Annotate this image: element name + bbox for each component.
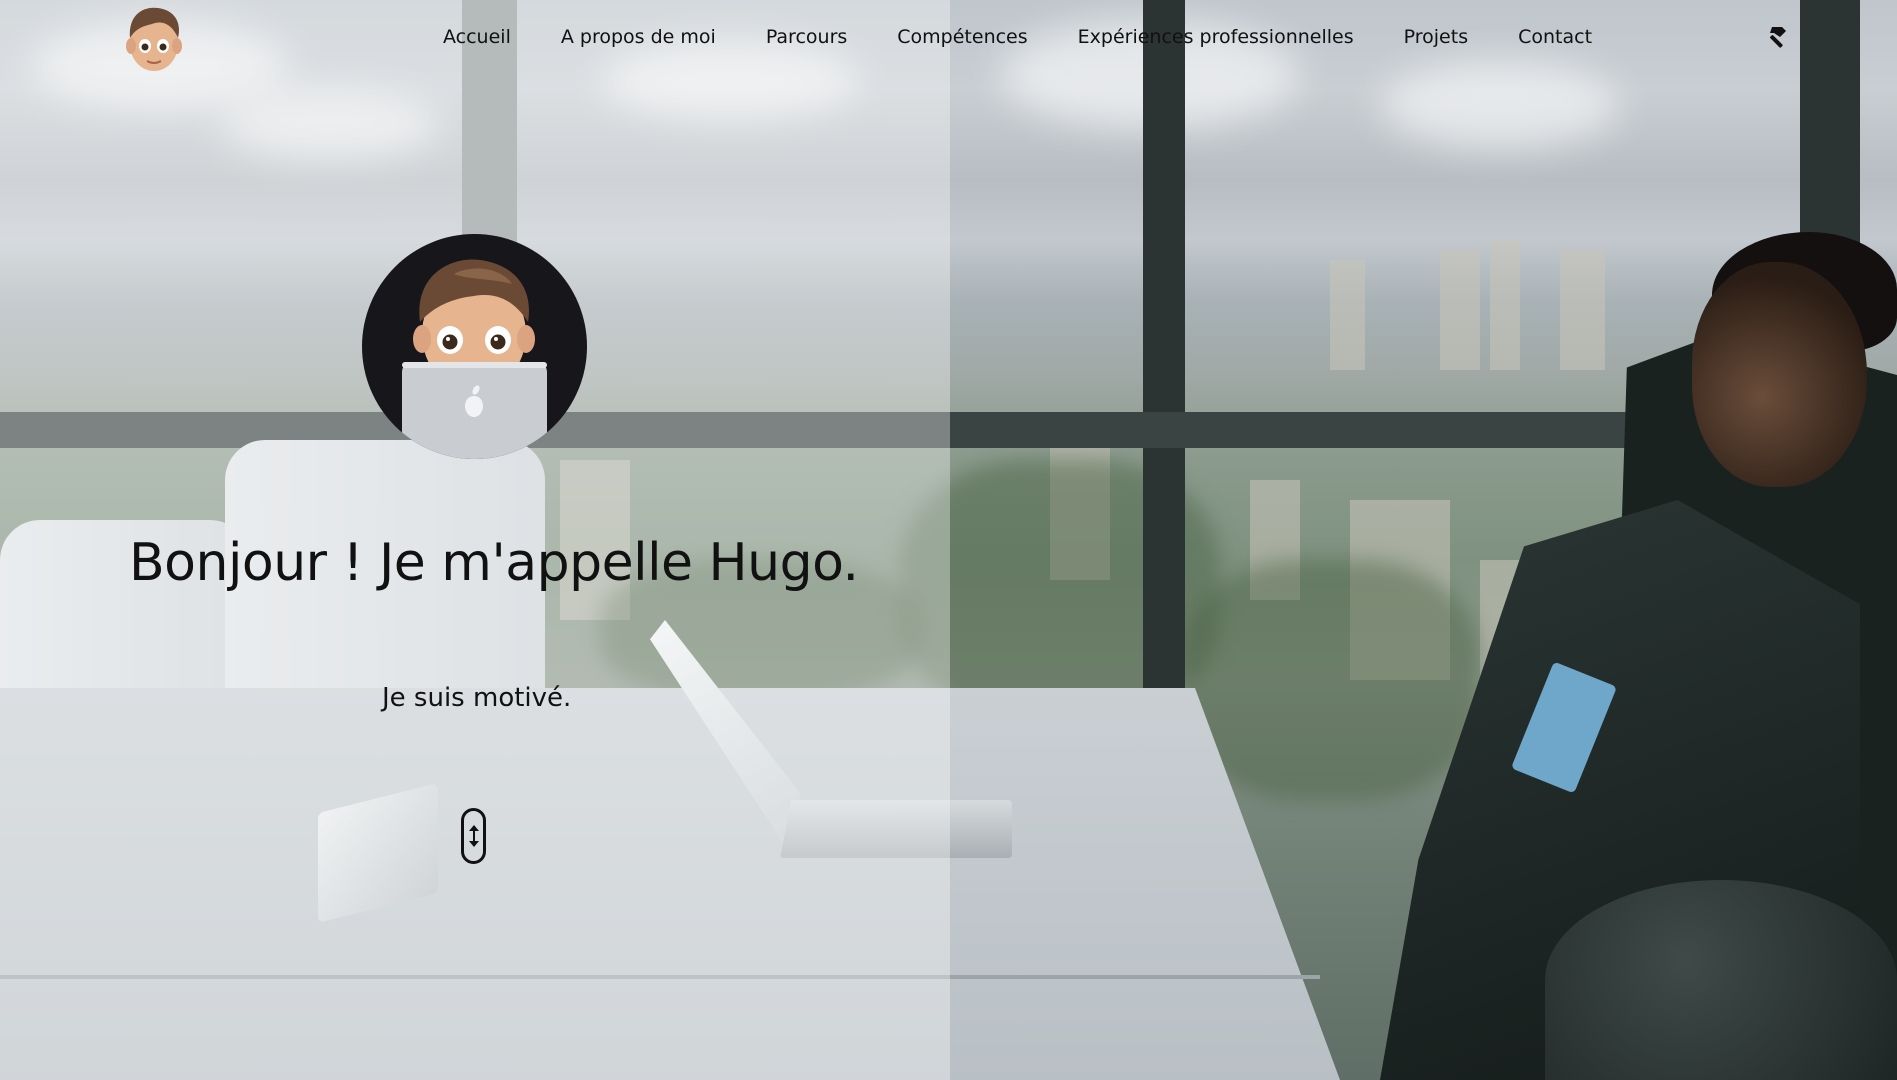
- nav-link-competences[interactable]: Compétences: [897, 22, 1027, 52]
- hero-title: Bonjour ! Je m'appelle Hugo.: [129, 533, 859, 593]
- memoji-face-icon[interactable]: [122, 2, 186, 74]
- hammer-icon[interactable]: [1764, 24, 1790, 50]
- scroll-down-button[interactable]: [461, 808, 486, 864]
- scroll-arrows-icon: [468, 825, 479, 847]
- nav-link-experiences[interactable]: Expériences professionnelles: [1078, 22, 1354, 52]
- nav-link-accueil[interactable]: Accueil: [443, 22, 511, 52]
- memoji-laptop-avatar: [362, 234, 587, 459]
- nav-link-a-propos[interactable]: A propos de moi: [561, 22, 716, 52]
- nav-link-projets[interactable]: Projets: [1404, 22, 1468, 52]
- nav-links: Accueil A propos de moi Parcours Compéte…: [443, 22, 1592, 52]
- nav-link-parcours[interactable]: Parcours: [766, 22, 847, 52]
- hero-subtitle: Je suis motivé.: [382, 683, 572, 713]
- page: Accueil A propos de moi Parcours Compéte…: [0, 0, 1897, 1080]
- nav-link-contact[interactable]: Contact: [1518, 22, 1592, 52]
- top-nav: Accueil A propos de moi Parcours Compéte…: [0, 0, 1897, 76]
